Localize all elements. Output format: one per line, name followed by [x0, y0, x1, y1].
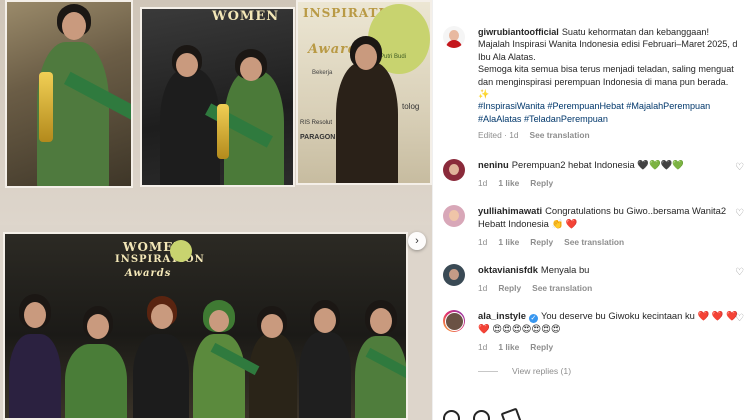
comment-text: You deserve bu Giwoku kecintaan ku ❤️ ❤️…: [540, 310, 738, 321]
reply-button[interactable]: Reply: [530, 341, 553, 354]
figure-right-face: [240, 57, 262, 81]
comments-panel: giwrubiantoofficial Suatu kehormatan dan …: [432, 0, 750, 420]
instagram-post-view: WOMEN INSPIRATION Awards Putri Budi Beke…: [0, 0, 750, 420]
comment-icon[interactable]: [473, 410, 490, 420]
reply-divider: [478, 370, 498, 372]
comment-item: yulliahimawati Congratulations bu Giwo..b…: [443, 205, 749, 248]
comment-likes[interactable]: 1 like: [498, 177, 519, 190]
see-translation-link[interactable]: See translation: [564, 236, 624, 249]
see-translation-link[interactable]: See translation: [532, 282, 592, 295]
sponsor-logo: tolog: [402, 102, 420, 111]
photo-group-women: WOMEN INSPIRATION Awards: [3, 232, 408, 420]
chevron-right-icon: ›: [415, 235, 419, 247]
post-photo[interactable]: WOMEN INSPIRATION Awards Putri Budi Beke…: [0, 0, 432, 420]
commenter-avatar[interactable]: [443, 205, 465, 227]
author-avatar[interactable]: [443, 26, 465, 48]
hashtags[interactable]: #InspirasiWanita #PerempuanHebat #Majala…: [478, 101, 710, 111]
sparkle-emoji: ✨: [478, 89, 490, 100]
logo-badge: [170, 240, 192, 262]
edited-time: Edited · 1d: [478, 130, 519, 141]
caption-line: Majalah Inspirasi Wanita Indonesia edisi…: [478, 39, 738, 50]
comment-time: 1d: [478, 177, 488, 188]
heart-outline-icon[interactable]: ♡: [735, 268, 745, 278]
comment-item: ala_instyle ✓ You deserve bu Giwoku kecint…: [443, 310, 749, 354]
reply-button[interactable]: Reply: [530, 177, 553, 190]
figure-face: [62, 12, 86, 40]
comment-username[interactable]: neninu: [478, 159, 509, 170]
figure-face: [314, 308, 336, 333]
figure: [65, 344, 127, 418]
commenter-avatar-story-ring[interactable]: [443, 310, 465, 332]
figure-face: [355, 44, 377, 70]
caption-line: Suatu kehormatan dan kebanggaan!: [561, 27, 709, 37]
sponsor-logo: RIS Resolut: [300, 120, 333, 126]
sponsor-logo: PARAGON: [300, 134, 336, 141]
photo-single-woman-backdrop: INSPIRATION Awards Putri Budi Bekerja RI…: [296, 0, 432, 185]
carousel-next-button[interactable]: ›: [408, 232, 426, 250]
figure-left: [160, 69, 220, 185]
heart-outline-icon[interactable]: ♡: [735, 314, 745, 324]
figure: [9, 334, 61, 418]
figure: [336, 62, 398, 183]
banner-inspiration: INSPIRATION: [115, 254, 205, 265]
figure: [355, 336, 406, 418]
heart-outline-icon[interactable]: ♡: [735, 209, 745, 219]
comment-likes[interactable]: 1 like: [498, 236, 519, 249]
comment-text: Menyala bu: [540, 264, 590, 275]
commenter-avatar[interactable]: [443, 159, 465, 181]
figure-face: [370, 308, 392, 334]
comment-username[interactable]: yulliahimawati: [478, 205, 542, 216]
figure: [299, 332, 351, 418]
figure: [249, 334, 297, 418]
reply-button[interactable]: Reply: [530, 236, 553, 249]
see-translation-link[interactable]: See translation: [530, 129, 590, 141]
logo-text: Putri Budi: [380, 54, 407, 60]
photo-award-woman-portrait: [5, 0, 133, 188]
figure-face: [24, 302, 46, 328]
author-username[interactable]: giwrubiantoofficial: [478, 27, 559, 37]
trophy: [39, 72, 53, 142]
commenter-avatar[interactable]: [443, 264, 465, 286]
hashtags[interactable]: #AlaAlatas #TeladanPerempuan: [478, 114, 608, 124]
caption-line: Ibu Ala Alatas.: [478, 51, 536, 62]
comment-text-emoji: ❤️ 😍😍😍😍😍😍😍: [478, 323, 561, 334]
sponsor-text: Bekerja: [312, 70, 333, 76]
comment-username[interactable]: oktavianisfdk: [478, 264, 538, 275]
banner-awards: Awards: [125, 268, 172, 279]
view-replies-label: View replies (1): [512, 366, 572, 376]
share-send-icon[interactable]: [500, 407, 523, 420]
comment-likes[interactable]: 1 like: [498, 341, 519, 354]
reply-button[interactable]: Reply: [498, 282, 521, 295]
comment-item: oktavianisfdk Menyala bu 1d Reply See tra…: [443, 264, 749, 295]
comment-text: Perempuan2 hebat Indonesia 🖤💚🖤💚: [511, 159, 685, 170]
trophy: [217, 104, 229, 159]
caption-line: Semoga kita semua bisa terus menjadi tel…: [478, 64, 734, 75]
figure-face: [151, 304, 173, 329]
banner-women: WOMEN: [212, 9, 280, 24]
figure: [133, 334, 189, 418]
verified-badge-icon: ✓: [528, 314, 538, 323]
view-replies-button[interactable]: View replies (1): [478, 366, 571, 376]
caption: giwrubiantoofficial Suatu kehormatan dan …: [443, 26, 749, 142]
figure-face: [209, 310, 229, 332]
comment-time: 1d: [478, 282, 488, 293]
post-actions: [443, 407, 523, 420]
figure-left-face: [176, 53, 198, 77]
comment-item: neninu Perempuan2 hebat Indonesia 🖤💚🖤💚 1d…: [443, 159, 749, 190]
comment-time: 1d: [478, 341, 488, 352]
like-heart-icon[interactable]: [443, 410, 460, 420]
comment-username[interactable]: ala_instyle: [478, 310, 526, 321]
photo-two-women: WOMEN: [140, 7, 295, 187]
figure-face: [87, 314, 109, 339]
figure-face: [261, 314, 283, 338]
caption-line: dan menginspirasi perempuan Indonesia di…: [478, 76, 729, 87]
heart-outline-icon[interactable]: ♡: [735, 163, 745, 173]
comment-time: 1d: [478, 236, 488, 247]
